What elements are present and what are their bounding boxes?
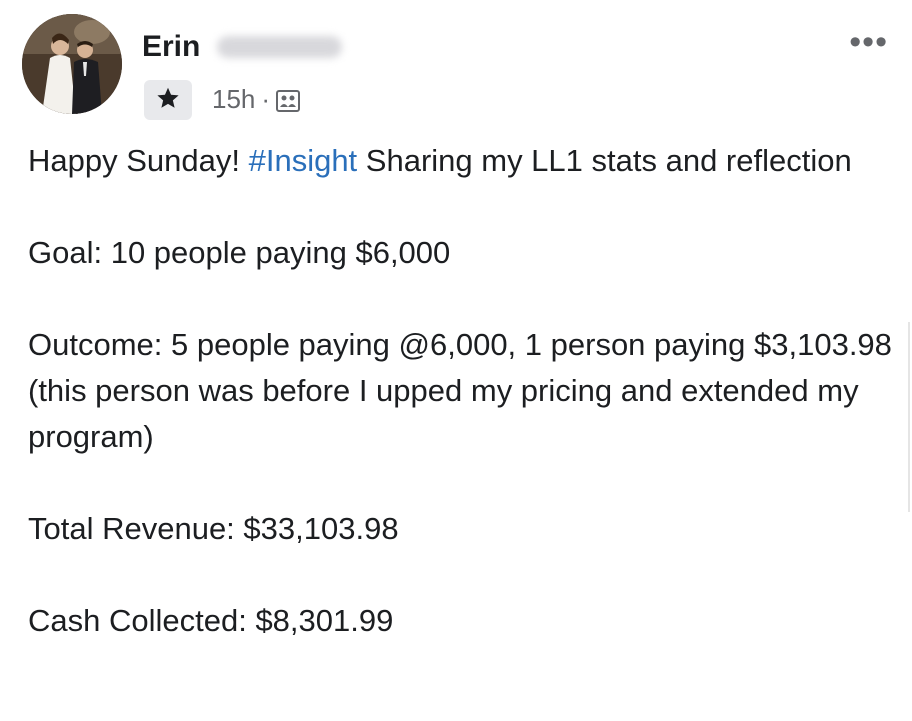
meta-separator: · <box>261 84 271 114</box>
author-avatar[interactable] <box>22 14 122 114</box>
scroll-edge <box>908 322 910 512</box>
cash-line: Cash Collected: $8,301.99 <box>28 603 394 638</box>
redacted-surname <box>217 36 342 58</box>
star-icon <box>155 85 181 116</box>
post-meta: 15h · <box>212 84 301 114</box>
author-name[interactable]: Erin <box>142 30 200 64</box>
intro-text: Happy Sunday! <box>28 143 249 178</box>
post-time[interactable]: 15h <box>212 84 255 114</box>
revenue-line: Total Revenue: $33,103.98 <box>28 511 399 546</box>
goal-line: Goal: 10 people paying $6,000 <box>28 235 451 270</box>
post-header: Erin 15h · ••• <box>22 14 892 124</box>
more-options-icon[interactable]: ••• <box>849 25 888 59</box>
post-body: Happy Sunday! #Insight Sharing my LL1 st… <box>28 138 898 644</box>
intro-paragraph: Happy Sunday! #Insight Sharing my LL1 st… <box>28 138 898 184</box>
group-icon[interactable] <box>276 88 301 112</box>
hashtag-link[interactable]: #Insight <box>249 143 358 178</box>
post-card: Erin 15h · ••• Happy Sunday! #Insight Sh… <box>0 0 912 721</box>
outcome-paragraph: Outcome: 5 people paying @6,000, 1 perso… <box>28 327 892 454</box>
intro-text-continued: Sharing my LL1 stats and reflection <box>357 143 852 178</box>
star-badge[interactable] <box>144 80 192 120</box>
